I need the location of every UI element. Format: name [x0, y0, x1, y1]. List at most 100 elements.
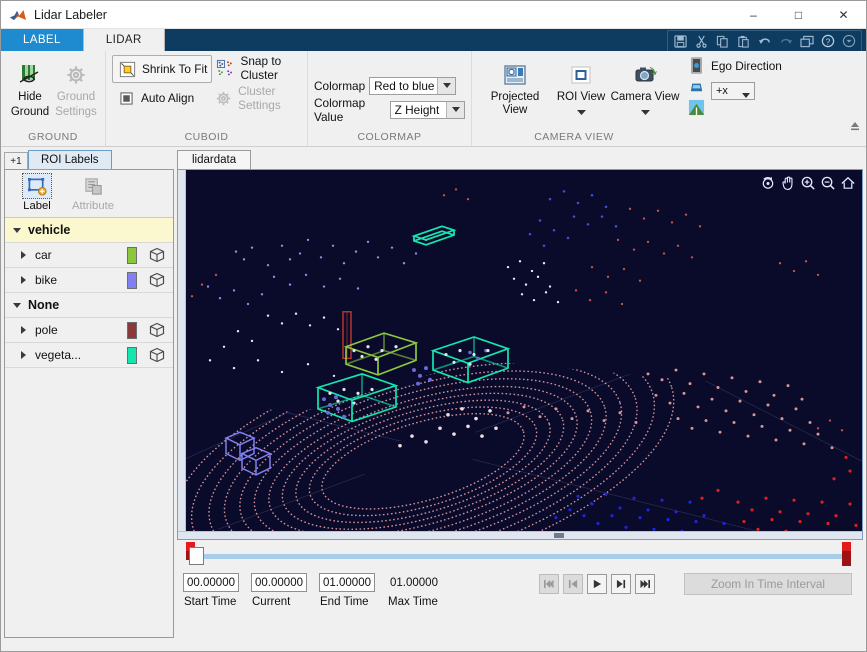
- colormap-select[interactable]: Red to blue: [369, 77, 456, 95]
- roi-labels-body: Label Attribute: [4, 169, 174, 638]
- chevron-down-icon[interactable]: [13, 303, 21, 308]
- colormap-value-select[interactable]: Z Height: [390, 101, 465, 119]
- ego-rear-icon[interactable]: [688, 78, 705, 98]
- maximize-button[interactable]: □: [776, 1, 821, 28]
- list-item-car[interactable]: car: [5, 243, 173, 268]
- cuboid-icon: [149, 247, 165, 263]
- redo-icon[interactable]: [775, 32, 796, 50]
- max-time-field: 01.00000 Max Time: [387, 573, 443, 608]
- home-icon[interactable]: [839, 174, 856, 191]
- ego-front-icon[interactable]: [688, 99, 705, 119]
- scrollbar-thumb[interactable]: [554, 533, 564, 538]
- label-color-swatch[interactable]: [127, 272, 137, 289]
- end-time-caption: End Time: [319, 596, 375, 608]
- undo-icon[interactable]: [754, 32, 775, 50]
- label-color-swatch[interactable]: [127, 322, 137, 339]
- more-tabs-label: +1: [10, 156, 21, 167]
- hide-ground-button[interactable]: Hide Ground: [7, 56, 53, 119]
- roi-labels-toolbar: Label Attribute: [5, 170, 173, 218]
- camera-view-dropdown-arrow[interactable]: [641, 104, 650, 118]
- point-cloud-viewport[interactable]: [177, 169, 863, 540]
- tab-roi-labels[interactable]: ROI Labels: [28, 150, 112, 169]
- label-color-swatch[interactable]: [127, 347, 137, 364]
- current-time-handle[interactable]: [189, 547, 204, 565]
- play-button[interactable]: [587, 574, 607, 594]
- end-time-marker[interactable]: [842, 542, 851, 566]
- more-tabs-button[interactable]: +1: [4, 152, 28, 169]
- current-time-field: 00.00000 Current: [251, 573, 307, 608]
- zoom-out-icon[interactable]: [819, 174, 836, 191]
- shrink-to-fit-icon: [116, 58, 138, 80]
- previous-frame-button[interactable]: [563, 574, 583, 594]
- copy-icon[interactable]: [712, 32, 733, 50]
- layout-icon[interactable]: [796, 32, 817, 50]
- viewport-scrollbar-horizontal[interactable]: [178, 531, 862, 539]
- camera-view-icon: [631, 59, 659, 89]
- label-group-vehicle[interactable]: vehicle: [5, 218, 173, 243]
- current-time-caption: Current: [251, 596, 307, 608]
- end-time-input[interactable]: 01.00000: [319, 573, 375, 592]
- go-to-end-button[interactable]: [635, 574, 655, 594]
- tab-lidar[interactable]: LIDAR: [83, 29, 165, 51]
- time-slider[interactable]: [183, 545, 855, 567]
- ground-settings-label-line1: Ground: [57, 91, 95, 104]
- matlab-icon: [9, 7, 27, 23]
- colormap-value: Red to blue: [374, 79, 434, 93]
- list-item-pole[interactable]: pole: [5, 318, 173, 343]
- label-color-swatch[interactable]: [127, 247, 137, 264]
- paste-icon[interactable]: [733, 32, 754, 50]
- current-time-input[interactable]: 00.00000: [251, 573, 307, 592]
- add-attribute-icon: [78, 173, 108, 199]
- go-to-start-button[interactable]: [539, 574, 559, 594]
- hide-ground-icon: [16, 59, 44, 89]
- list-item-vegetation[interactable]: vegeta...: [5, 343, 173, 368]
- start-time-input[interactable]: 00.00000: [183, 573, 239, 592]
- customize-icon[interactable]: [838, 32, 859, 50]
- collapse-ribbon-icon[interactable]: [848, 120, 862, 132]
- cuboid-icon: [149, 322, 165, 338]
- tab-label[interactable]: LABEL: [1, 29, 83, 51]
- add-label-button[interactable]: Label: [9, 173, 65, 217]
- minimize-button[interactable]: –: [731, 1, 776, 28]
- timeline-panel: 00.00000 Start Time 00.00000 Current 01.…: [177, 540, 863, 638]
- close-button[interactable]: ✕: [821, 1, 866, 28]
- tab-lidardata[interactable]: lidardata: [177, 150, 251, 169]
- hide-ground-label-line1: Hide: [18, 91, 42, 104]
- chevron-right-icon[interactable]: [21, 326, 26, 334]
- zoom-in-time-interval-button[interactable]: Zoom In Time Interval: [684, 573, 852, 595]
- projected-view-label: Projected View: [478, 91, 552, 117]
- camera-view-button[interactable]: Camera View: [610, 56, 680, 118]
- ribbon-tab-strip: LABEL LIDAR ?: [1, 29, 866, 51]
- viewport-scrollbar-vertical[interactable]: [178, 170, 186, 539]
- ego-top-icon[interactable]: [688, 57, 705, 77]
- chevron-right-icon[interactable]: [21, 276, 26, 284]
- cluster-settings-button[interactable]: Cluster Settings: [210, 85, 321, 111]
- ground-settings-button[interactable]: Ground Settings: [53, 56, 99, 119]
- roi-view-button[interactable]: ROI View: [552, 56, 610, 118]
- roi-view-dropdown-arrow[interactable]: [577, 104, 586, 118]
- help-icon[interactable]: ?: [817, 32, 838, 50]
- add-attribute-button[interactable]: Attribute: [65, 173, 121, 217]
- main-content: +1 ROI Labels: [1, 147, 866, 641]
- shrink-to-fit-button[interactable]: Shrink To Fit: [112, 55, 212, 83]
- projected-view-button[interactable]: Projected View: [478, 56, 552, 117]
- save-icon[interactable]: [670, 32, 691, 50]
- chevron-right-icon[interactable]: [21, 351, 26, 359]
- auto-align-checkbox[interactable]: Auto Align: [112, 85, 210, 111]
- add-label-icon: [22, 173, 52, 199]
- chevron-right-icon[interactable]: [21, 251, 26, 259]
- rotate-icon[interactable]: [759, 174, 776, 191]
- chevron-down-icon[interactable]: [13, 228, 21, 233]
- colormap-value-field: Colormap Value Z Height: [314, 98, 465, 122]
- zoom-in-icon[interactable]: [799, 174, 816, 191]
- ego-axis-select[interactable]: +x: [711, 82, 755, 100]
- label-group-none[interactable]: None: [5, 293, 173, 318]
- max-time-value: 01.00000: [387, 573, 443, 592]
- hide-ground-label-line2: Ground: [11, 106, 49, 119]
- chevron-down-icon: [437, 78, 455, 94]
- pan-icon[interactable]: [779, 174, 796, 191]
- next-frame-button[interactable]: [611, 574, 631, 594]
- time-slider-track[interactable]: [193, 554, 845, 559]
- list-item-bike[interactable]: bike: [5, 268, 173, 293]
- cut-icon[interactable]: [691, 32, 712, 50]
